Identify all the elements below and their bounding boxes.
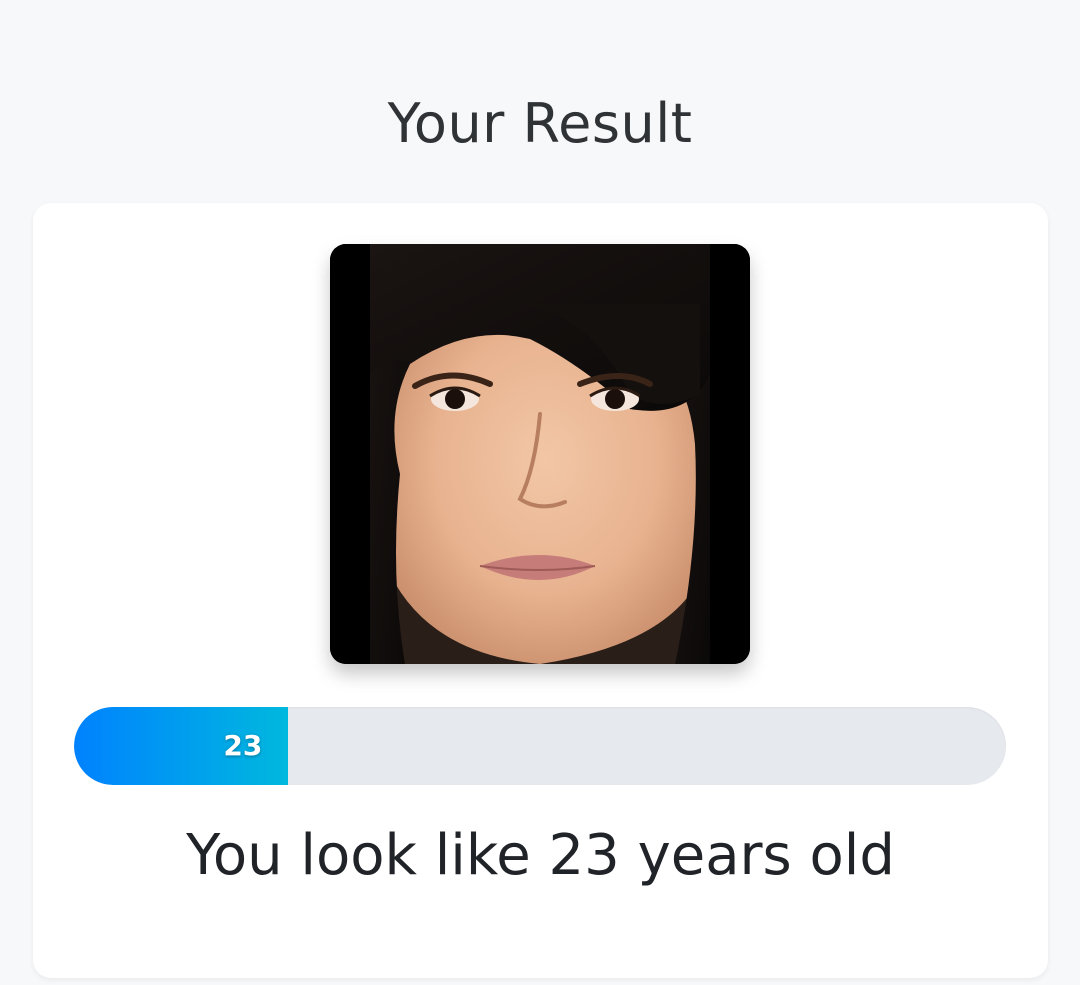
result-card: 23 You look like 23 years old: [33, 203, 1048, 978]
age-progress-fill: 23: [74, 707, 289, 785]
face-image: [330, 244, 750, 664]
age-progress-value: 23: [223, 729, 263, 762]
age-progress-bar: 23: [74, 707, 1006, 785]
page-title: Your Result: [387, 92, 693, 155]
face-photo: [330, 244, 750, 664]
age-result-message: You look like 23 years old: [186, 823, 895, 888]
